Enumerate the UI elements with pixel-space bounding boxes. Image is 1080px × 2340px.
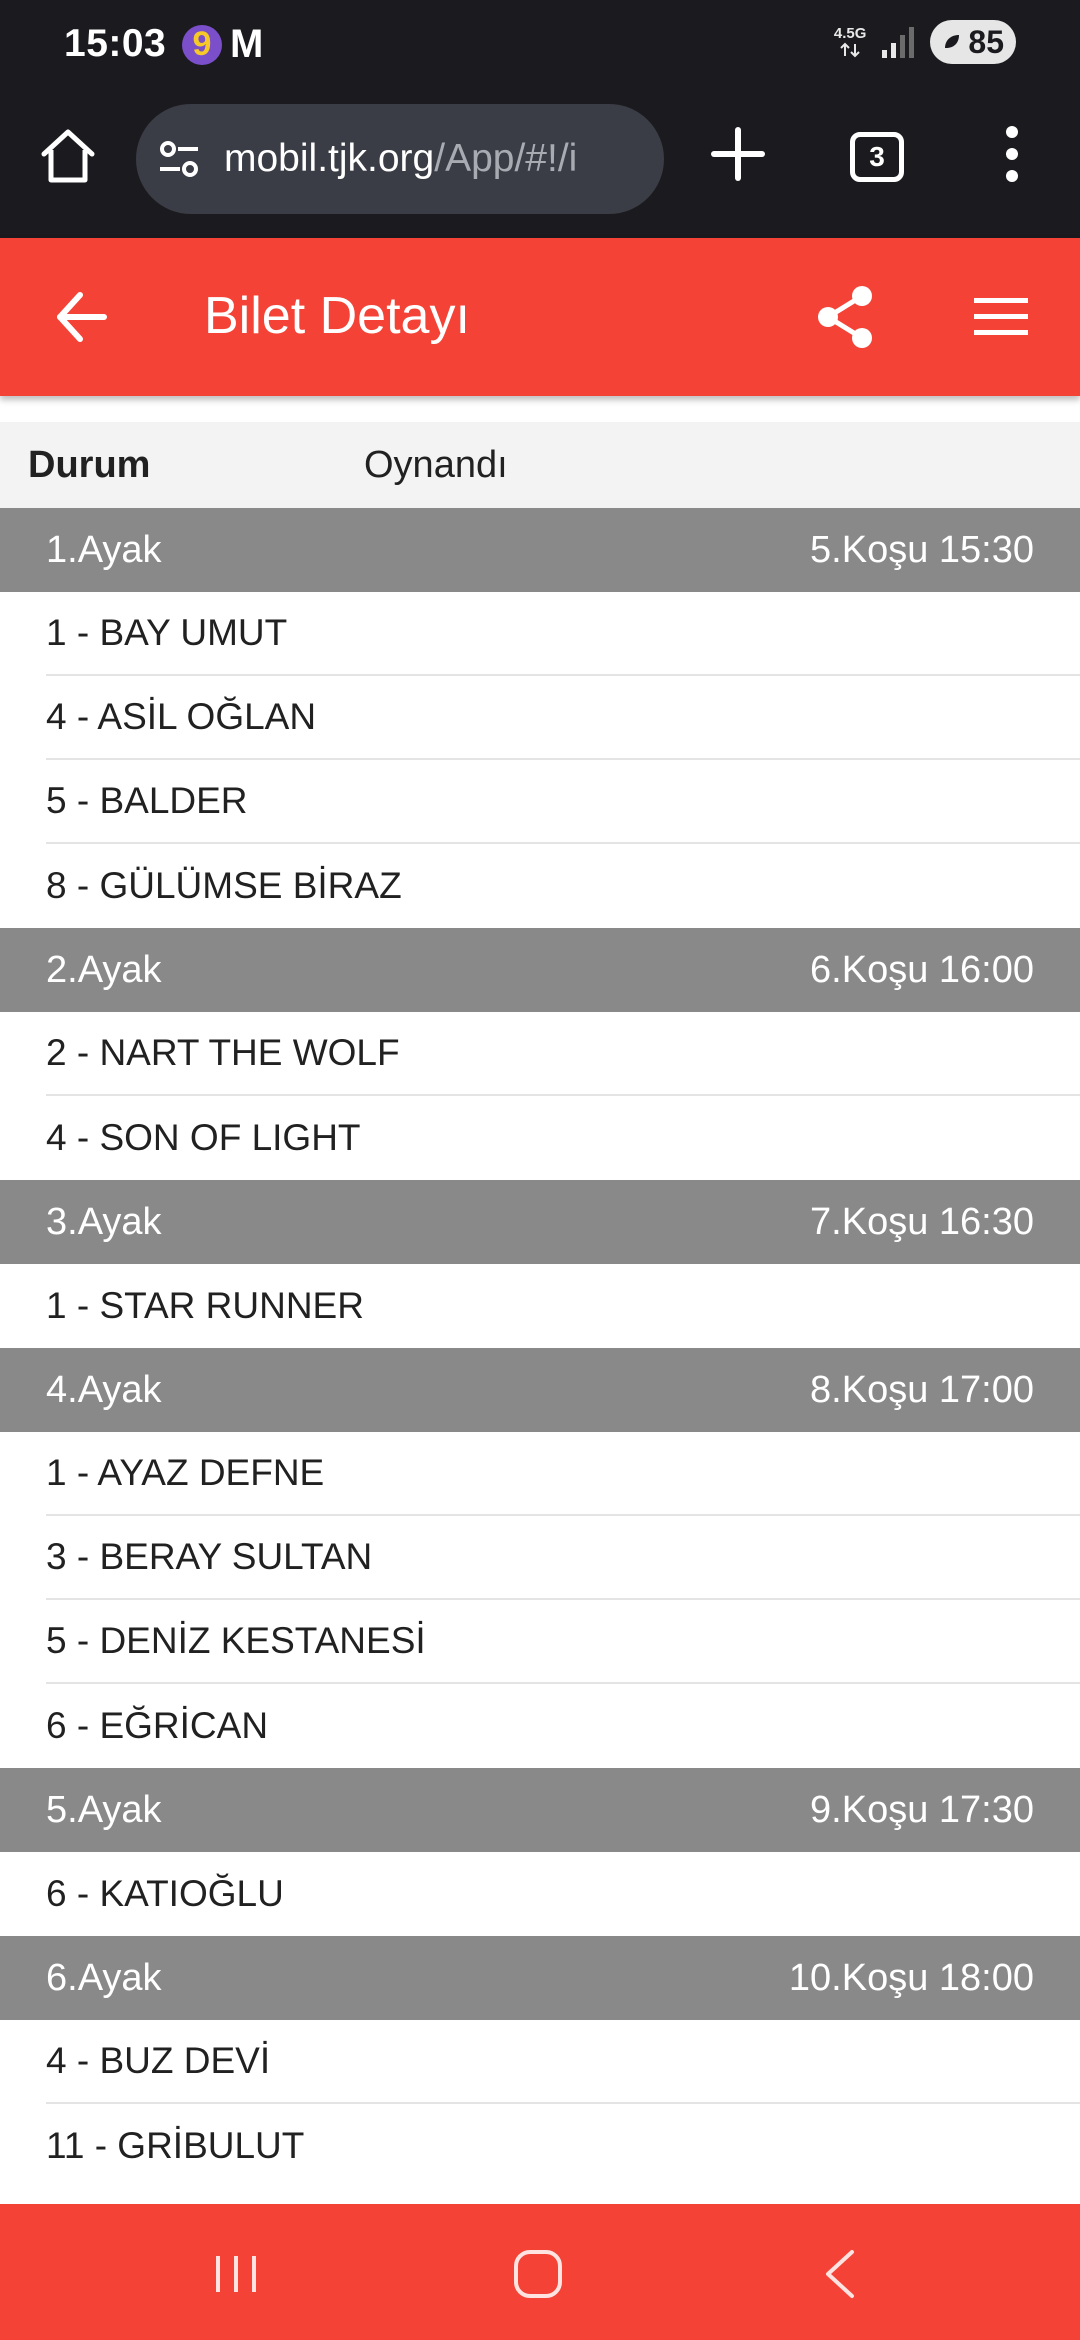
recent-apps-icon[interactable]: [214, 2252, 258, 2296]
url-path: /App/#!/i: [434, 137, 578, 180]
horse-row: 11 - GRİBULUT: [46, 2125, 305, 2166]
status-bar: 15:03 9 M 4.5G 85: [0, 0, 1080, 92]
leg-header: 1.Ayak 5.Koşu 15:30: [0, 508, 1080, 592]
race-info: 8.Koşu 17:00: [810, 1368, 1034, 1411]
signal-icon: [882, 27, 915, 58]
leg-name: 2.Ayak: [46, 948, 162, 991]
browser-toolbar: mobil.tjk.org/App/#!/i 3: [0, 92, 1080, 238]
race-info: 6.Koşu 16:00: [810, 948, 1034, 991]
horse-row: 3 - BERAY SULTAN: [46, 1516, 1080, 1600]
race-info: 5.Koşu 15:30: [810, 528, 1034, 571]
horse-row: 1 - AYAZ DEFNE: [46, 1432, 1080, 1516]
nine-app-icon: 9: [182, 24, 222, 65]
new-tab-icon[interactable]: [708, 124, 768, 184]
m-app-icon: M: [230, 22, 264, 66]
leg-header: 5.Ayak 9.Koşu 17:30: [0, 1768, 1080, 1852]
horse-row: 4 - SON OF LIGHT: [46, 1117, 361, 1158]
horse-row: 8 - GÜLÜMSE BİRAZ: [46, 865, 402, 906]
leg-block: 2.Ayak 6.Koşu 16:00 2 - NART THE WOLF 4 …: [0, 928, 1080, 1180]
leg-block: 1.Ayak 5.Koşu 15:30 1 - BAY UMUT 4 - ASİ…: [0, 508, 1080, 928]
tab-switcher-button[interactable]: 3: [850, 132, 904, 182]
leg-block: 3.Ayak 7.Koşu 16:30 1 - STAR RUNNER: [0, 1180, 1080, 1348]
share-icon[interactable]: [814, 284, 876, 350]
nav-back-icon[interactable]: [822, 2248, 858, 2300]
horse-row: 4 - BUZ DEVİ: [46, 2020, 1080, 2104]
leg-name: 1.Ayak: [46, 528, 162, 571]
leg-header: 3.Ayak 7.Koşu 16:30: [0, 1180, 1080, 1264]
network-indicator: 4.5G: [833, 25, 867, 58]
system-navigation-bar: [0, 2204, 1080, 2340]
leg-name: 4.Ayak: [46, 1368, 162, 1411]
legs-list: 1.Ayak 5.Koşu 15:30 1 - BAY UMUT 4 - ASİ…: [0, 508, 1080, 2188]
browser-menu-icon[interactable]: [1000, 124, 1024, 184]
browser-home-icon[interactable]: [36, 124, 100, 188]
race-info: 10.Koşu 18:00: [788, 1956, 1034, 1999]
leg-name: 6.Ayak: [46, 1956, 162, 1999]
leg-header: 6.Ayak 10.Koşu 18:00: [0, 1936, 1080, 2020]
battery-level: 85: [968, 23, 1004, 60]
status-row: Durum Oynandı: [0, 422, 1080, 508]
system-icons: 4.5G 85: [834, 20, 1016, 64]
data-arrows-icon: [840, 42, 860, 58]
battery-indicator: 85: [930, 20, 1016, 64]
leg-block: 4.Ayak 8.Koşu 17:00 1 - AYAZ DEFNE 3 - B…: [0, 1348, 1080, 1768]
race-info: 9.Koşu 17:30: [810, 1788, 1034, 1831]
address-bar[interactable]: mobil.tjk.org/App/#!/i: [136, 104, 664, 214]
leg-name: 5.Ayak: [46, 1788, 162, 1831]
scrolled-content-edge: [0, 396, 1080, 422]
battery-saver-icon: [945, 35, 960, 48]
ticket-detail-content[interactable]: Durum Oynandı 1.Ayak 5.Koşu 15:30 1 - BA…: [0, 396, 1080, 2204]
leg-header: 4.Ayak 8.Koşu 17:00: [0, 1348, 1080, 1432]
horse-row: 1 - BAY UMUT: [46, 592, 1080, 676]
status-value: Oynandı: [364, 443, 508, 486]
horse-row: 6 - KATIOĞLU: [46, 1873, 284, 1914]
status-time: 15:03: [64, 22, 167, 65]
network-type: 4.5G: [833, 25, 867, 42]
home-icon[interactable]: [512, 2248, 564, 2300]
leg-name: 3.Ayak: [46, 1200, 162, 1243]
leg-header: 2.Ayak 6.Koşu 16:00: [0, 928, 1080, 1012]
app-header: Bilet Detayı: [0, 238, 1080, 396]
race-info: 7.Koşu 16:30: [810, 1200, 1034, 1243]
hamburger-menu-icon[interactable]: [972, 294, 1030, 340]
horse-row: 4 - ASİL OĞLAN: [46, 676, 1080, 760]
leg-block: 6.Ayak 10.Koşu 18:00 4 - BUZ DEVİ 11 - G…: [0, 1936, 1080, 2188]
status-label: Durum: [28, 443, 151, 486]
horse-row: 5 - BALDER: [46, 760, 1080, 844]
horse-row: 2 - NART THE WOLF: [46, 1012, 1080, 1096]
back-arrow-icon[interactable]: [52, 287, 112, 347]
notification-icons: 9 M: [182, 22, 263, 67]
page-title: Bilet Detayı: [204, 287, 470, 345]
url-text[interactable]: mobil.tjk.org/App/#!/i: [224, 137, 577, 181]
horse-row: 5 - DENİZ KESTANESİ: [46, 1600, 1080, 1684]
leg-block: 5.Ayak 9.Koşu 17:30 6 - KATIOĞLU: [0, 1768, 1080, 1936]
url-host: mobil.tjk.org: [224, 137, 435, 180]
horse-row: 6 - EĞRİCAN: [46, 1705, 269, 1746]
horse-row: 1 - STAR RUNNER: [46, 1285, 364, 1326]
site-settings-icon[interactable]: [156, 136, 202, 182]
